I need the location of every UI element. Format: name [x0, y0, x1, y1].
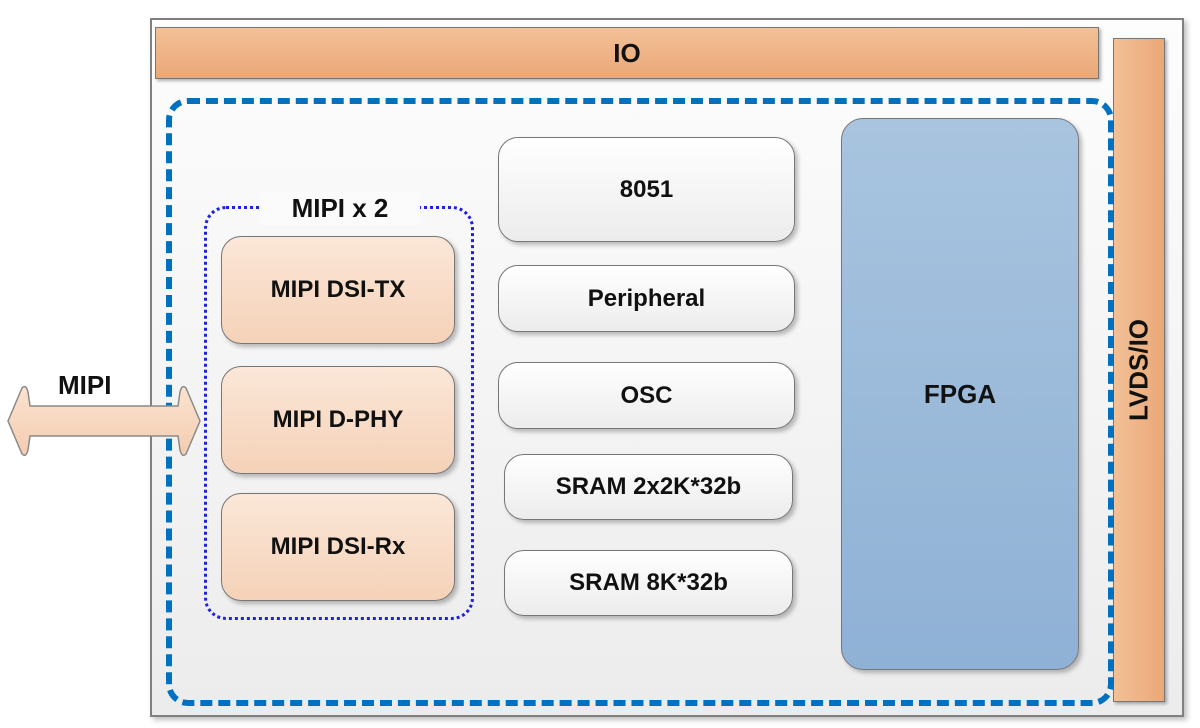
mipi-dsi-tx-block: MIPI DSI-TX [221, 236, 455, 344]
mipi-dsi-rx-label: MIPI DSI-Rx [270, 533, 406, 560]
block-sram-8k-label: SRAM 8K*32b [569, 569, 728, 596]
fpga-block: FPGA [841, 118, 1079, 670]
mipi-dphy-block: MIPI D-PHY [221, 366, 455, 474]
fpga-label: FPGA [923, 378, 997, 409]
mipi-dsi-rx-block: MIPI DSI-Rx [221, 493, 455, 601]
block-osc: OSC [498, 362, 795, 429]
mipi-group-label: MIPI x 2 [260, 191, 420, 225]
io-top-bar: IO [155, 27, 1099, 79]
block-sram-2x2k: SRAM 2x2K*32b [504, 454, 793, 520]
block-sram-2x2k-label: SRAM 2x2K*32b [555, 473, 742, 500]
lvds-io-label: LVDS/IO [1123, 318, 1154, 422]
mipi-dphy-label: MIPI D-PHY [272, 406, 404, 433]
lvds-io-bar: LVDS/IO [1113, 38, 1165, 702]
block-peripheral: Peripheral [498, 265, 795, 332]
block-osc-label: OSC [620, 381, 673, 409]
block-peripheral-label: Peripheral [587, 284, 706, 312]
io-top-label: IO [613, 37, 641, 68]
block-8051-label: 8051 [619, 175, 674, 203]
bidirectional-arrow-icon [7, 385, 201, 457]
mipi-dsi-tx-label: MIPI DSI-TX [270, 276, 406, 303]
block-sram-8k: SRAM 8K*32b [504, 550, 793, 616]
block-8051: 8051 [498, 137, 795, 242]
